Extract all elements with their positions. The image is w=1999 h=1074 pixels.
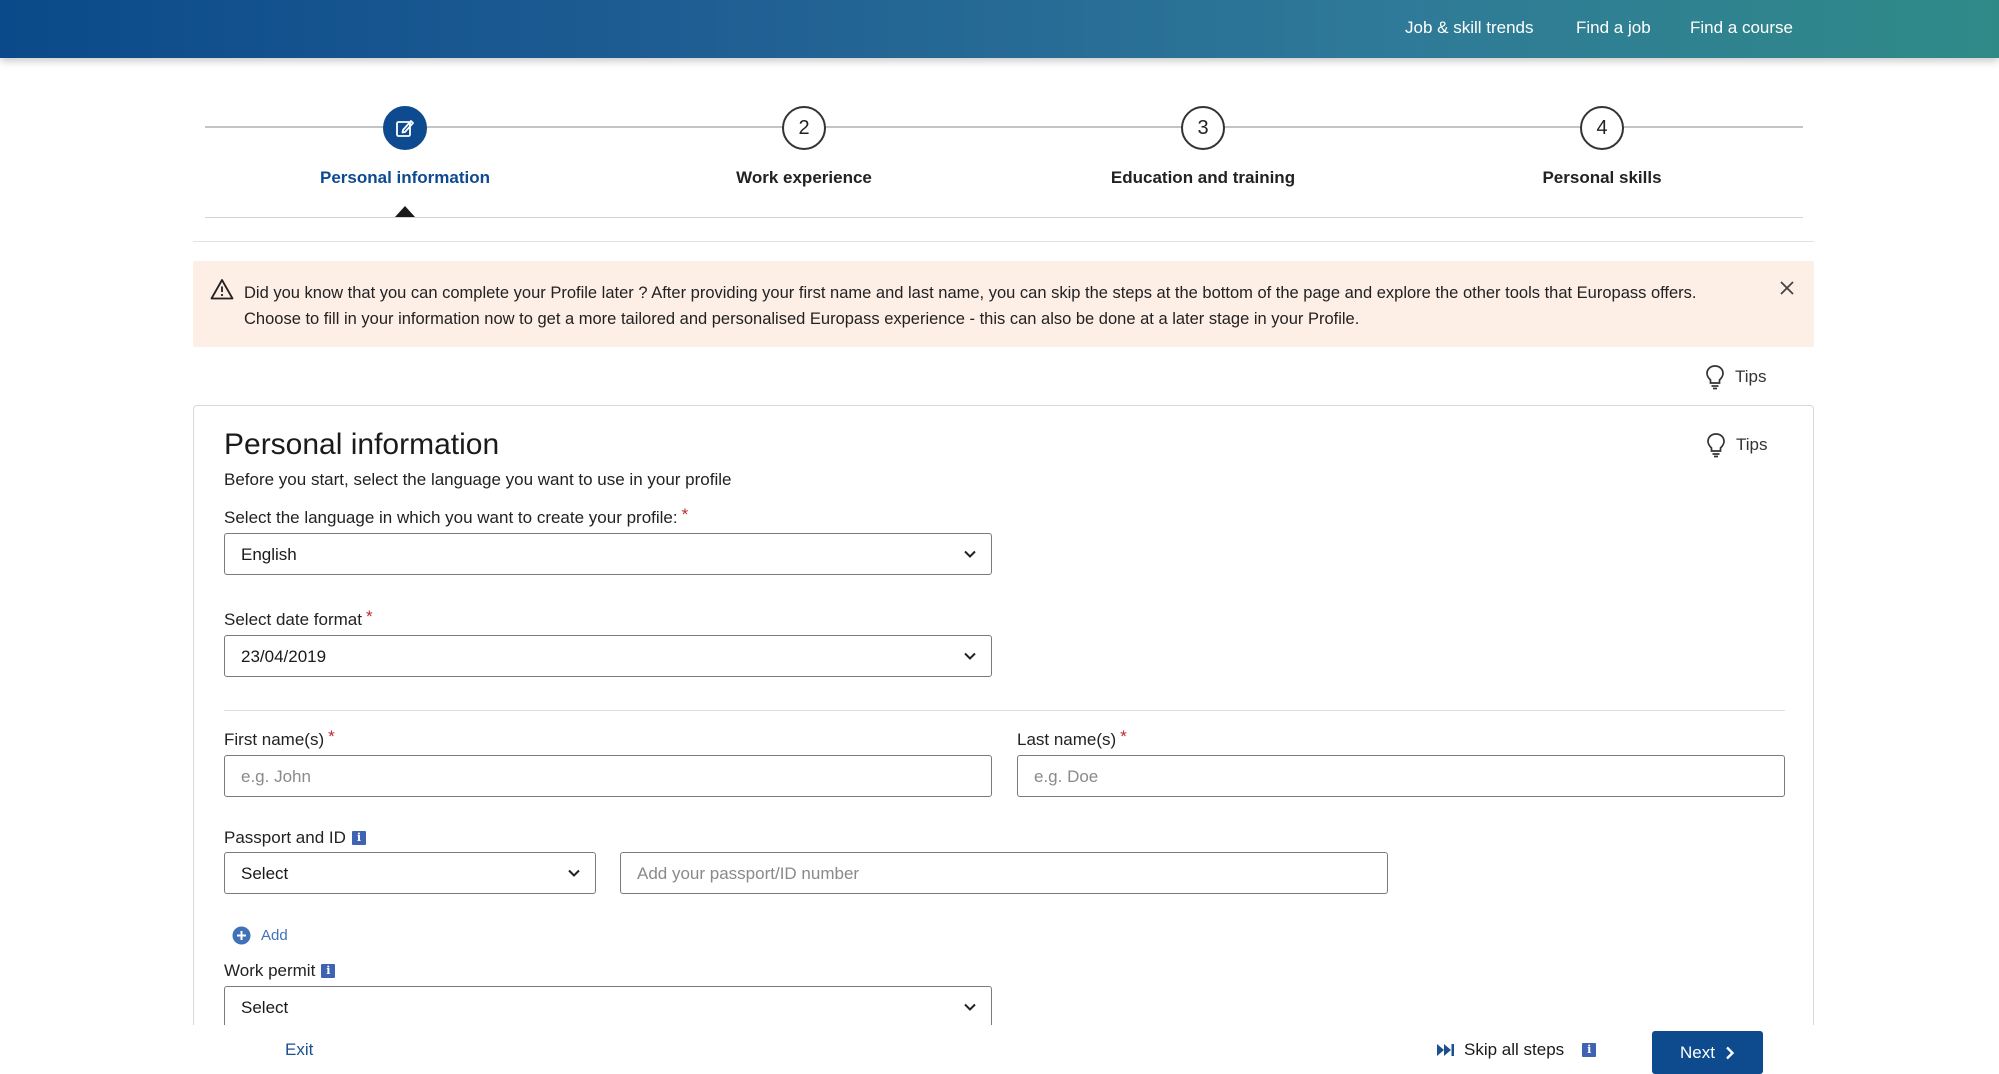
- chevron-down-icon: [964, 550, 976, 558]
- step-3-circle[interactable]: 3: [1181, 106, 1225, 150]
- info-icon[interactable]: i: [321, 964, 336, 978]
- top-navigation-bar: Job & skill trends Find a job Find a cou…: [0, 0, 1999, 58]
- alert-message: Did you know that you can complete your …: [244, 284, 1697, 328]
- work-permit-label: Work permit i: [224, 961, 336, 981]
- skip-all-steps-label: Skip all steps: [1464, 1040, 1565, 1059]
- personal-information-card: Personal information Before you start, s…: [193, 405, 1814, 1025]
- tips-button[interactable]: Tips: [1705, 364, 1767, 390]
- next-button[interactable]: Next: [1652, 1031, 1763, 1074]
- close-icon[interactable]: [1778, 279, 1796, 297]
- add-label: Add: [261, 927, 288, 944]
- passport-label: Passport and ID i: [224, 828, 366, 848]
- step-2-circle[interactable]: 2: [782, 106, 826, 150]
- passport-number-field[interactable]: Add your passport/ID number: [620, 852, 1388, 894]
- first-name-field[interactable]: e.g. John: [224, 755, 992, 797]
- language-label: Select the language in which you want to…: [224, 505, 689, 528]
- language-label-text: Select the language in which you want to…: [224, 508, 678, 527]
- step-1-label[interactable]: Personal information: [255, 168, 555, 188]
- skip-all-steps-button[interactable]: Skip all steps i: [1436, 1040, 1597, 1060]
- card-tips-button[interactable]: Tips: [1706, 432, 1768, 458]
- card-subtitle: Before you start, select the language yo…: [224, 470, 732, 489]
- passport-type-value: Select: [241, 864, 289, 883]
- page-title: Personal information: [224, 428, 500, 461]
- required-marker: *: [365, 607, 373, 626]
- step-3-label[interactable]: Education and training: [1053, 168, 1353, 188]
- required-marker: *: [681, 505, 689, 524]
- work-permit-label-text: Work permit: [224, 961, 316, 980]
- lightbulb-icon: [1706, 365, 1724, 390]
- step-4-label[interactable]: Personal skills: [1452, 168, 1752, 188]
- step-1-edit-icon[interactable]: [383, 106, 427, 150]
- date-format-select-value: 23/04/2019: [241, 647, 327, 666]
- date-format-label: Select date format *: [224, 607, 373, 630]
- info-alert-banner: Did you know that you can complete your …: [193, 261, 1814, 347]
- edit-icon: [396, 120, 414, 137]
- warning-icon: [210, 279, 234, 300]
- step-2-label[interactable]: Work experience: [654, 168, 954, 188]
- skip-forward-icon: [1437, 1044, 1454, 1056]
- step-4-circle[interactable]: 4: [1580, 106, 1624, 150]
- first-name-label-text: First name(s): [224, 730, 325, 749]
- next-label: Next: [1680, 1042, 1715, 1062]
- passport-type-select[interactable]: Select: [224, 852, 596, 894]
- required-marker: *: [328, 727, 335, 746]
- first-name-label: First name(s) *: [224, 727, 335, 750]
- active-step-caret-icon: [395, 206, 415, 217]
- section-divider: [193, 241, 1814, 242]
- lightbulb-icon: [1707, 433, 1725, 458]
- chevron-right-icon: [1726, 1046, 1735, 1059]
- plus-circle-icon: [232, 926, 251, 945]
- exit-link[interactable]: Exit: [285, 1040, 313, 1060]
- nav-job-skill-trends[interactable]: Job & skill trends: [1405, 18, 1534, 38]
- chevron-down-icon: [964, 652, 976, 660]
- form-divider: [224, 710, 1785, 711]
- passport-label-text: Passport and ID: [224, 828, 346, 847]
- chevron-down-icon: [964, 1003, 976, 1011]
- date-format-select[interactable]: 23/04/2019: [224, 635, 992, 677]
- add-passport-button[interactable]: Add: [232, 926, 288, 945]
- work-permit-select[interactable]: Select: [224, 986, 992, 1025]
- info-icon[interactable]: i: [1582, 1043, 1597, 1057]
- chevron-down-icon: [568, 869, 580, 877]
- progress-stepper: Personal information 2 Work experience 3…: [205, 100, 1803, 220]
- last-name-field[interactable]: e.g. Doe: [1017, 755, 1785, 797]
- stepper-track: [205, 126, 1803, 128]
- tips-label: Tips: [1736, 435, 1768, 454]
- info-icon[interactable]: i: [351, 831, 366, 845]
- work-permit-value: Select: [241, 998, 289, 1017]
- nav-find-a-course[interactable]: Find a course: [1690, 18, 1793, 38]
- nav-find-a-job[interactable]: Find a job: [1576, 18, 1651, 38]
- tips-label: Tips: [1735, 367, 1767, 386]
- language-select[interactable]: English: [224, 533, 992, 575]
- stepper-bottom-border: [205, 217, 1803, 218]
- last-name-label: Last name(s) *: [1017, 727, 1127, 750]
- required-marker: *: [1120, 727, 1127, 746]
- language-select-value: English: [241, 545, 297, 564]
- last-name-label-text: Last name(s): [1017, 730, 1117, 749]
- date-format-label-text: Select date format: [224, 610, 362, 629]
